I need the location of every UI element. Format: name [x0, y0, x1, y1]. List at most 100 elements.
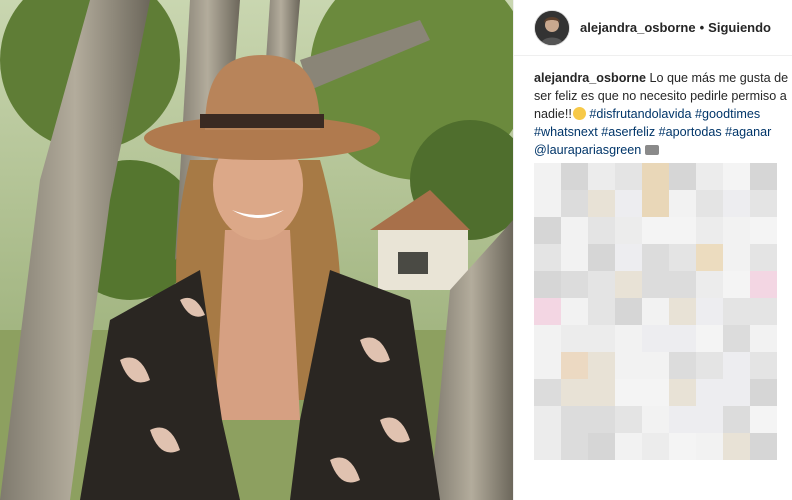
blurred-pixel [696, 379, 723, 406]
blurred-pixel [588, 352, 615, 379]
blurred-pixel [750, 217, 777, 244]
blurred-pixel [615, 433, 642, 460]
blurred-pixel [696, 298, 723, 325]
blurred-pixel [669, 163, 696, 190]
blurred-pixel [588, 190, 615, 217]
blurred-pixel [696, 433, 723, 460]
hashtag-link[interactable]: #aserfeliz [601, 125, 655, 139]
blurred-pixel [696, 325, 723, 352]
blurred-pixel [534, 271, 561, 298]
blurred-pixel [723, 271, 750, 298]
blurred-pixel [534, 352, 561, 379]
blurred-pixel [669, 190, 696, 217]
hashtag-link[interactable]: #disfrutandolavida [589, 107, 691, 121]
blurred-pixel [534, 406, 561, 433]
blurred-pixel [750, 406, 777, 433]
hashtag-link[interactable]: #whatsnext [534, 125, 598, 139]
blurred-pixel [534, 325, 561, 352]
blurred-pixel [750, 352, 777, 379]
blurred-pixel [534, 217, 561, 244]
blurred-pixel [642, 433, 669, 460]
blurred-pixel [534, 244, 561, 271]
smiling-face-icon [572, 107, 586, 120]
blurred-pixel [642, 352, 669, 379]
blurred-pixel [696, 352, 723, 379]
blurred-pixel [588, 379, 615, 406]
blurred-pixel [696, 271, 723, 298]
blurred-pixel [723, 298, 750, 325]
blurred-pixel [750, 163, 777, 190]
blurred-pixel [642, 217, 669, 244]
blurred-pixel [615, 325, 642, 352]
blurred-pixel [750, 271, 777, 298]
blurred-pixel [642, 298, 669, 325]
mention-link[interactable]: @laurapariasgreen [534, 143, 641, 157]
post-header: alejandra_osborne • Siguiendo [514, 0, 792, 56]
blurred-pixel [669, 379, 696, 406]
blurred-pixel [750, 244, 777, 271]
blurred-pixel [561, 217, 588, 244]
blurred-pixel [723, 244, 750, 271]
blurred-pixel [723, 406, 750, 433]
blurred-pixel [615, 163, 642, 190]
blurred-pixel [561, 271, 588, 298]
blurred-pixel [642, 190, 669, 217]
avatar-icon [535, 10, 569, 45]
blurred-pixel [723, 163, 750, 190]
follow-status-button[interactable]: Siguiendo [708, 20, 771, 35]
blurred-pixel [561, 190, 588, 217]
blurred-pixel [642, 244, 669, 271]
blurred-pixel [669, 298, 696, 325]
blurred-pixel [615, 244, 642, 271]
post-photo[interactable] [0, 0, 513, 500]
blurred-pixel [696, 217, 723, 244]
blurred-pixel [561, 325, 588, 352]
blurred-pixel [561, 406, 588, 433]
hashtag-link[interactable]: #aganar [725, 125, 771, 139]
blurred-pixel [534, 298, 561, 325]
blurred-pixel [669, 352, 696, 379]
blurred-pixel [588, 271, 615, 298]
blurred-pixel [723, 352, 750, 379]
blurred-pixel [696, 190, 723, 217]
blurred-pixel [615, 217, 642, 244]
blurred-pixel [561, 244, 588, 271]
blurred-pixel [588, 163, 615, 190]
profile-avatar[interactable] [534, 9, 570, 46]
post-caption: alejandra_osborne Lo que más me gusta de… [534, 69, 790, 159]
blurred-pixel [642, 163, 669, 190]
blurred-pixel [642, 379, 669, 406]
blurred-pixel [723, 379, 750, 406]
blurred-pixel [669, 217, 696, 244]
blurred-pixel [642, 406, 669, 433]
blurred-pixel [642, 271, 669, 298]
hashtag-link[interactable]: #aportodas [659, 125, 722, 139]
blurred-pixel [588, 244, 615, 271]
blurred-pixel [615, 406, 642, 433]
blurred-pixel [723, 190, 750, 217]
blurred-pixel [669, 325, 696, 352]
hashtag-link[interactable]: #goodtimes [695, 107, 760, 121]
blurred-pixel [696, 163, 723, 190]
header-username[interactable]: alejandra_osborne [580, 20, 696, 35]
caption-username[interactable]: alejandra_osborne [534, 71, 646, 85]
camera-icon [645, 145, 660, 155]
blurred-pixel [750, 190, 777, 217]
blurred-pixel [750, 325, 777, 352]
blurred-pixel [588, 433, 615, 460]
instagram-post: alejandra_osborne • Siguiendo alejandra_… [0, 0, 792, 500]
blurred-pixel [534, 190, 561, 217]
blurred-pixel [588, 406, 615, 433]
blurred-pixel [561, 352, 588, 379]
blurred-pixel [588, 217, 615, 244]
blurred-pixel [750, 298, 777, 325]
blurred-pixel [615, 190, 642, 217]
blurred-pixel [750, 379, 777, 406]
blurred-pixel [588, 325, 615, 352]
blurred-pixel [561, 379, 588, 406]
blurred-comments [534, 163, 792, 463]
blurred-pixel [723, 433, 750, 460]
blurred-pixel [669, 244, 696, 271]
blurred-pixel [561, 163, 588, 190]
blurred-pixel [615, 352, 642, 379]
